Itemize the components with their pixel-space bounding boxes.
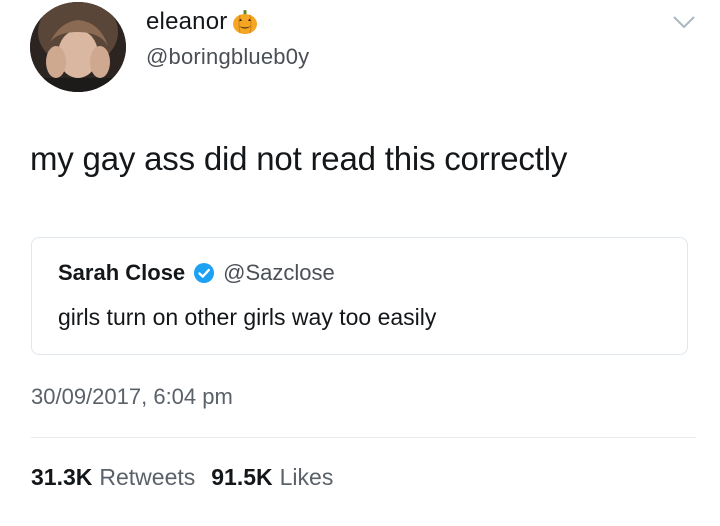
verified-badge-icon (193, 262, 215, 284)
quoted-author-handle: @Sazclose (223, 260, 335, 285)
chevron-down-icon[interactable] (670, 10, 698, 34)
jack-o-lantern-icon (231, 8, 259, 36)
likes-count[interactable]: 91.5K (211, 464, 272, 491)
author-display-name[interactable]: eleanor (146, 8, 227, 36)
quoted-tweet-header: Sarah Close @Sazclose (58, 258, 335, 288)
quoted-tweet-card[interactable]: Sarah Close @Sazclose girls turn on othe… (31, 237, 688, 355)
retweets-label[interactable]: Retweets (99, 464, 195, 491)
tweet-timestamp[interactable]: 30/09/2017, 6:04 pm (31, 384, 233, 410)
likes-label[interactable]: Likes (280, 464, 334, 491)
retweets-count[interactable]: 31.3K (31, 464, 92, 491)
avatar[interactable] (30, 2, 126, 92)
quoted-tweet-text: girls turn on other girls way too easily (58, 304, 437, 330)
author-handle[interactable]: @boringblueb0y (146, 44, 309, 70)
author-name-row[interactable]: eleanor (146, 6, 259, 38)
tweet-stats: 31.3K Retweets 91.5K Likes (31, 464, 349, 491)
quoted-author-name: Sarah Close (58, 260, 186, 285)
divider (31, 437, 696, 438)
avatar-photo (30, 2, 126, 92)
tweet-card: eleanor @boringblueb0y my gay ass did no… (0, 0, 720, 526)
tweet-text: my gay ass did not read this correctly (30, 140, 568, 177)
